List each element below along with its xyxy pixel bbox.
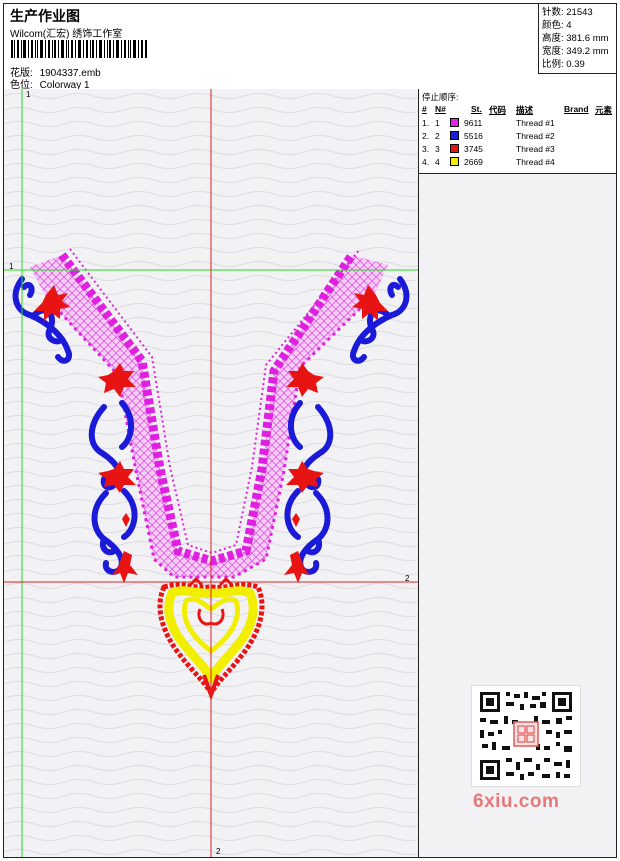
col-header-num: # <box>422 104 427 114</box>
row-n: 3 <box>435 144 440 154</box>
row-code: 2669 <box>464 157 483 167</box>
row-desc: Thread #3 <box>516 144 555 154</box>
design-canvas: 1 1 2 2 <box>4 89 419 857</box>
guide-label-red-bottom: 2 <box>216 847 221 856</box>
col-header-element: 元素 <box>595 105 613 115</box>
header-info: 生产作业图 Wilcom(汇宏) 绣饰工作室 花版: 1904337.emb 色… <box>8 4 538 91</box>
header: 生产作业图 Wilcom(汇宏) 绣饰工作室 花版: 1904337.emb 色… <box>4 4 616 91</box>
thread-swatch <box>450 144 459 153</box>
qr-code <box>471 685 581 787</box>
watermark-site: 6xiu.com <box>473 791 560 812</box>
row-code: 3745 <box>464 144 483 154</box>
row-code: 9611 <box>464 118 483 128</box>
col-header-code: 代码 <box>489 105 507 115</box>
col-header-st: St. <box>471 104 482 114</box>
row-num: 4. <box>422 157 430 167</box>
row-n: 4 <box>435 157 440 167</box>
page-title: 生产作业图 <box>10 8 80 24</box>
production-sheet: 生产作业图 Wilcom(汇宏) 绣饰工作室 花版: 1904337.emb 色… <box>3 3 617 858</box>
stop-row: 3. 3 3745 Thread #3 <box>419 143 616 156</box>
col-header-desc: 描述 <box>516 105 534 115</box>
row-num: 3. <box>422 144 430 154</box>
stop-row: 4. 4 2669 Thread #4 <box>419 156 616 169</box>
row-code: 5516 <box>464 131 483 141</box>
embroidery-preview <box>4 89 418 857</box>
stop-sequence-title: 停止顺序: <box>422 92 459 102</box>
side-panel: 停止顺序: # N# St. 代码 描述 Brand 元素 1. 1 9611 … <box>419 89 616 857</box>
stop-row: 1. 1 9611 Thread #1 <box>419 117 616 130</box>
color-count: 颜色: 4 <box>542 20 572 31</box>
row-num: 1. <box>422 118 430 128</box>
thread-swatch <box>450 118 459 127</box>
row-desc: Thread #2 <box>516 131 555 141</box>
row-n: 1 <box>435 118 440 128</box>
stitch-count: 针数: 21543 <box>542 7 593 18</box>
thread-swatch <box>450 131 459 140</box>
col-header-brand: Brand <box>564 104 589 114</box>
row-num: 2. <box>422 131 430 141</box>
design-stats: 针数: 21543 颜色: 4 高度: 381.6 mm 宽度: 349.2 m… <box>538 4 616 74</box>
design-height: 高度: 381.6 mm <box>542 33 609 44</box>
barcode <box>11 40 147 58</box>
guide-label-green-top: 1 <box>26 90 31 99</box>
row-desc: Thread #4 <box>516 157 555 167</box>
design-scale: 比例: 0.39 <box>542 59 585 70</box>
thread-swatch <box>450 157 459 166</box>
stop-row: 2. 2 5516 Thread #2 <box>419 130 616 143</box>
stop-sequence-table: 停止顺序: # N# St. 代码 描述 Brand 元素 1. 1 9611 … <box>419 89 616 174</box>
row-n: 2 <box>435 131 440 141</box>
guide-label-red-right: 2 <box>405 574 410 583</box>
guide-label-green-left: 1 <box>9 262 14 271</box>
company-name: Wilcom(汇宏) 绣饰工作室 <box>10 29 123 40</box>
design-width: 宽度: 349.2 mm <box>542 46 609 57</box>
col-header-n: N# <box>435 104 446 114</box>
row-desc: Thread #1 <box>516 118 555 128</box>
